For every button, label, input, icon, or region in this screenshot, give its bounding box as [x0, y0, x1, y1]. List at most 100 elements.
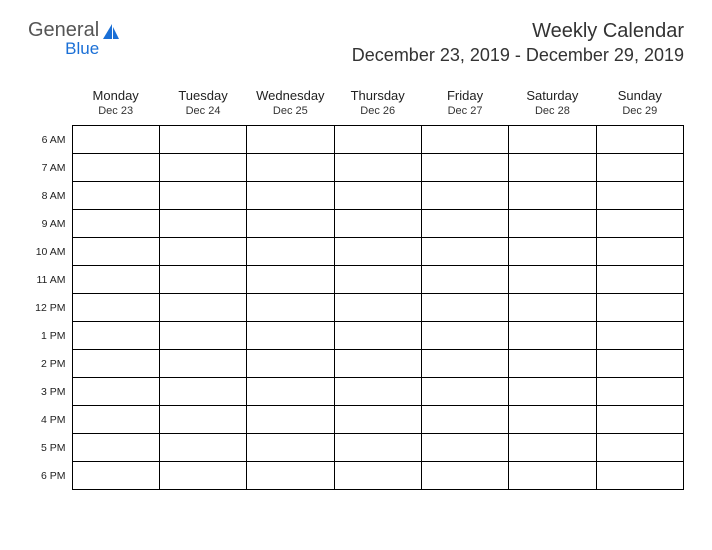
logo-text-blue: Blue [28, 39, 99, 59]
time-slot[interactable] [509, 238, 596, 266]
time-slot[interactable] [72, 266, 159, 294]
time-slot[interactable] [509, 154, 596, 182]
time-slot[interactable] [159, 378, 246, 406]
time-slot[interactable] [72, 294, 159, 322]
time-label: 12 PM [28, 294, 72, 322]
time-slot[interactable] [509, 406, 596, 434]
time-slot[interactable] [596, 266, 683, 294]
time-slot[interactable] [159, 462, 246, 490]
time-slot[interactable] [334, 266, 421, 294]
time-slot[interactable] [334, 406, 421, 434]
time-slot[interactable] [72, 378, 159, 406]
day-date: Dec 25 [247, 105, 334, 126]
time-slot[interactable] [159, 434, 246, 462]
time-slot[interactable] [596, 322, 683, 350]
time-slot[interactable] [72, 238, 159, 266]
time-slot[interactable] [159, 294, 246, 322]
time-slot[interactable] [421, 126, 508, 154]
time-slot[interactable] [247, 434, 334, 462]
time-slot[interactable] [421, 350, 508, 378]
time-slot[interactable] [334, 238, 421, 266]
time-slot[interactable] [334, 378, 421, 406]
time-slot[interactable] [334, 462, 421, 490]
time-slot[interactable] [334, 154, 421, 182]
time-slot[interactable] [509, 434, 596, 462]
time-slot[interactable] [72, 406, 159, 434]
time-slot[interactable] [247, 210, 334, 238]
day-date: Dec 27 [421, 105, 508, 126]
time-slot[interactable] [509, 182, 596, 210]
time-slot[interactable] [247, 322, 334, 350]
time-slot[interactable] [72, 322, 159, 350]
time-label: 10 AM [28, 238, 72, 266]
time-slot[interactable] [159, 350, 246, 378]
time-slot[interactable] [334, 294, 421, 322]
time-label: 1 PM [28, 322, 72, 350]
time-slot[interactable] [421, 210, 508, 238]
time-slot[interactable] [509, 350, 596, 378]
time-slot[interactable] [159, 154, 246, 182]
time-slot[interactable] [159, 266, 246, 294]
time-slot[interactable] [596, 406, 683, 434]
time-slot[interactable] [509, 378, 596, 406]
time-slot[interactable] [159, 210, 246, 238]
time-slot[interactable] [247, 238, 334, 266]
time-slot[interactable] [72, 154, 159, 182]
time-slot[interactable] [596, 462, 683, 490]
time-slot[interactable] [334, 126, 421, 154]
time-slot[interactable] [334, 322, 421, 350]
time-slot[interactable] [596, 378, 683, 406]
time-slot[interactable] [72, 434, 159, 462]
time-slot[interactable] [159, 182, 246, 210]
time-slot[interactable] [72, 182, 159, 210]
time-slot[interactable] [247, 406, 334, 434]
time-slot[interactable] [509, 294, 596, 322]
time-slot[interactable] [247, 378, 334, 406]
time-slot[interactable] [334, 210, 421, 238]
time-slot[interactable] [596, 434, 683, 462]
time-slot[interactable] [596, 210, 683, 238]
time-slot[interactable] [334, 182, 421, 210]
time-slot[interactable] [509, 126, 596, 154]
time-slot[interactable] [159, 238, 246, 266]
time-slot[interactable] [72, 210, 159, 238]
time-slot[interactable] [596, 126, 683, 154]
time-slot[interactable] [596, 350, 683, 378]
time-slot[interactable] [421, 462, 508, 490]
time-slot[interactable] [334, 434, 421, 462]
time-slot[interactable] [247, 266, 334, 294]
time-slot[interactable] [421, 406, 508, 434]
time-slot[interactable] [509, 462, 596, 490]
time-slot[interactable] [509, 322, 596, 350]
time-slot[interactable] [421, 266, 508, 294]
time-slot[interactable] [72, 462, 159, 490]
hour-row: 10 AM [28, 238, 684, 266]
time-slot[interactable] [72, 350, 159, 378]
time-slot[interactable] [596, 154, 683, 182]
time-label: 6 AM [28, 126, 72, 154]
time-slot[interactable] [159, 406, 246, 434]
time-slot[interactable] [421, 294, 508, 322]
time-slot[interactable] [421, 182, 508, 210]
time-slot[interactable] [421, 154, 508, 182]
time-slot[interactable] [247, 126, 334, 154]
time-slot[interactable] [421, 378, 508, 406]
time-slot[interactable] [596, 238, 683, 266]
time-slot[interactable] [509, 266, 596, 294]
time-slot[interactable] [247, 154, 334, 182]
time-slot[interactable] [72, 126, 159, 154]
time-slot[interactable] [421, 238, 508, 266]
time-slot[interactable] [247, 182, 334, 210]
time-slot[interactable] [421, 434, 508, 462]
time-slot[interactable] [334, 350, 421, 378]
time-slot[interactable] [509, 210, 596, 238]
time-slot[interactable] [596, 182, 683, 210]
day-name: Thursday [334, 84, 421, 105]
time-slot[interactable] [159, 126, 246, 154]
time-slot[interactable] [421, 322, 508, 350]
time-slot[interactable] [247, 294, 334, 322]
time-slot[interactable] [596, 294, 683, 322]
time-slot[interactable] [247, 462, 334, 490]
time-slot[interactable] [159, 322, 246, 350]
time-slot[interactable] [247, 350, 334, 378]
